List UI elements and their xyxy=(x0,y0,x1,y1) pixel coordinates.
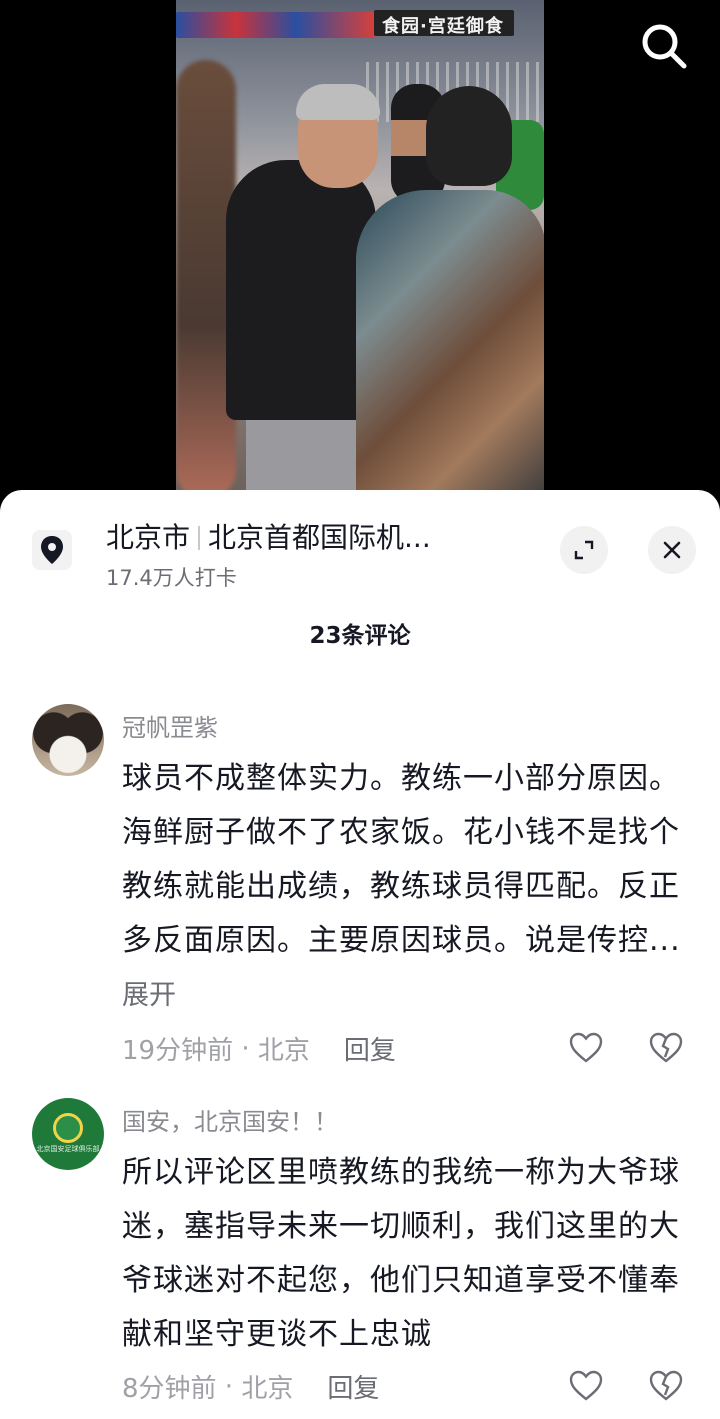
user-avatar[interactable] xyxy=(32,704,104,776)
comment-sheet: 北京市 北京首都国际机... 17.4万人打卡 23条评论 冠帆罡紫 球员不成整体… xyxy=(0,490,720,1419)
comment-body: 所以评论区里喷教练的我统一称为大爷球迷，塞指导未来一切顺利，我们这里的大爷球迷对… xyxy=(122,1155,680,1352)
comment-author[interactable]: 冠帆罡紫 xyxy=(122,708,218,743)
expand-icon xyxy=(574,540,594,560)
dislike-icon[interactable] xyxy=(648,1368,684,1404)
comment-meta: 19分钟前 · 北京 回复 xyxy=(122,1030,396,1067)
expand-button[interactable] xyxy=(560,526,608,574)
user-avatar[interactable]: 北京国安足球俱乐部 xyxy=(32,1098,104,1170)
checkin-count: 17.4万人打卡 xyxy=(106,566,237,590)
reply-button[interactable]: 回复 xyxy=(327,1368,379,1405)
fan-head xyxy=(426,86,512,186)
meta-separator: · xyxy=(233,1033,258,1064)
location-title[interactable]: 北京市 北京首都国际机... xyxy=(106,516,431,556)
like-icon[interactable] xyxy=(568,1030,604,1066)
airport-signs xyxy=(176,12,376,38)
comment-meta: 8分钟前 · 北京 回复 xyxy=(122,1368,379,1405)
location-city: 北京市 xyxy=(106,521,191,554)
expand-more-link[interactable]: 展开 xyxy=(122,980,176,1011)
video-frame[interactable]: 食园·宫廷御食 xyxy=(176,0,544,500)
location-place: 北京首都国际机... xyxy=(208,521,431,554)
close-button[interactable] xyxy=(648,526,696,574)
reply-button[interactable]: 回复 xyxy=(344,1030,396,1067)
fan-figure xyxy=(356,190,544,500)
comment-text[interactable]: 所以评论区里喷教练的我统一称为大爷球迷，塞指导未来一切顺利，我们这里的大爷球迷对… xyxy=(122,1146,702,1362)
meta-separator: · xyxy=(216,1371,242,1402)
video-player[interactable]: 食园·宫廷御食 xyxy=(0,0,720,500)
like-icon[interactable] xyxy=(568,1368,604,1404)
comment-location: 北京 xyxy=(257,1036,310,1066)
store-sign-text: 食园·宫廷御食 xyxy=(382,16,504,37)
comment-item: 冠帆罡紫 球员不成整体实力。教练一小部分原因。海鲜厨子做不了农家饭。花小钱不是找… xyxy=(0,704,720,1084)
location-bar[interactable]: 北京市 北京首都国际机... 17.4万人打卡 xyxy=(0,490,720,600)
location-pin-icon xyxy=(32,530,72,570)
location-separator xyxy=(198,526,201,550)
comment-time: 8分钟前 xyxy=(122,1374,217,1404)
comment-body: 球员不成整体实力。教练一小部分原因。海鲜厨子做不了农家饭。花小钱不是找个教练就能… xyxy=(122,761,681,958)
guoan-logo-icon xyxy=(53,1113,83,1143)
comment-text[interactable]: 球员不成整体实力。教练一小部分原因。海鲜厨子做不了农家饭。花小钱不是找个教练就能… xyxy=(122,752,702,1023)
comment-count: 23条评论 xyxy=(309,623,411,649)
dislike-icon[interactable] xyxy=(648,1030,684,1066)
avatar-caption: 北京国安足球俱乐部 xyxy=(36,1145,100,1153)
coach-hair xyxy=(296,84,380,120)
comment-time: 19分钟前 xyxy=(122,1036,234,1066)
close-icon xyxy=(663,541,681,559)
search-icon[interactable] xyxy=(636,18,692,74)
comment-item: 北京国安足球俱乐部 国安，北京国安！！ 所以评论区里喷教练的我统一称为大爷球迷，… xyxy=(0,1098,720,1419)
comment-location: 北京 xyxy=(241,1374,294,1404)
comment-author[interactable]: 国安，北京国安！！ xyxy=(122,1102,338,1137)
coach-figure xyxy=(226,160,376,420)
